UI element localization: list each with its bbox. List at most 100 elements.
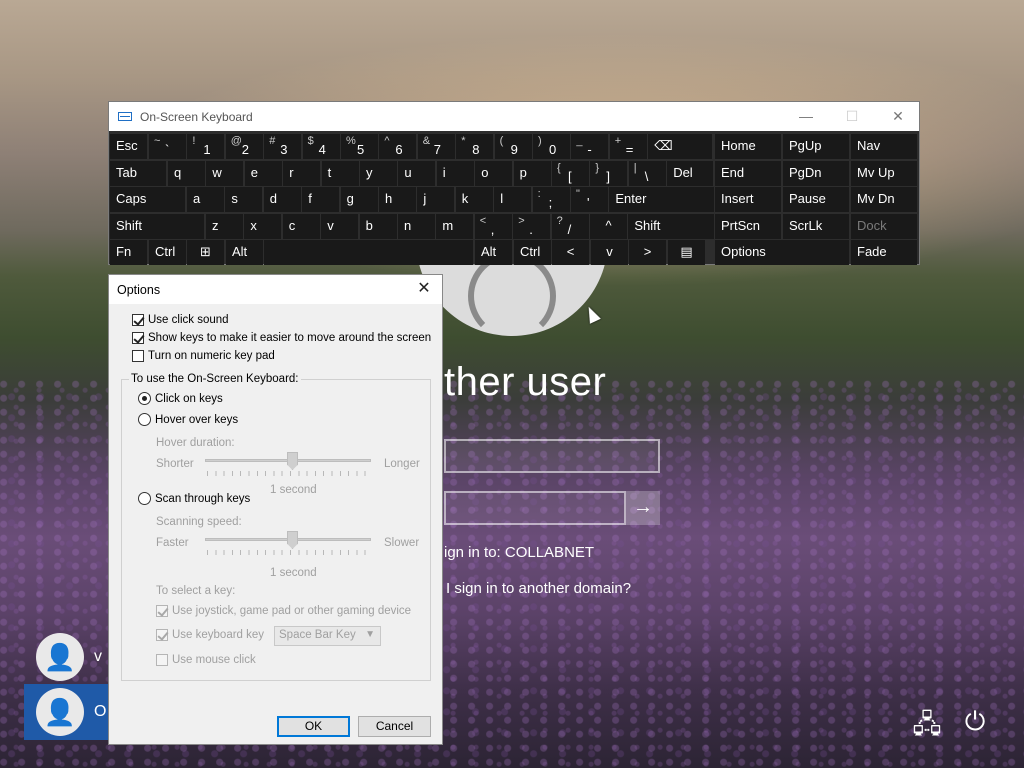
minimize-button[interactable]: — <box>783 102 829 131</box>
key-punct-1[interactable]: " ' <box>571 187 608 212</box>
submit-arrow-button[interactable]: → <box>626 491 660 525</box>
hover-over-keys-row[interactable]: Hover over keys <box>138 413 238 426</box>
close-button[interactable]: ✕ <box>875 102 921 131</box>
key-fade[interactable]: Fade <box>851 240 917 265</box>
key-enter[interactable]: Enter <box>609 187 715 212</box>
key-scrlk[interactable]: ScrLk <box>783 213 849 239</box>
show-keys-row[interactable]: Show keys to make it easier to move arou… <box>132 332 431 344</box>
maximize-button[interactable]: ☐ <box>829 102 875 131</box>
show-keys-checkbox[interactable] <box>132 332 144 344</box>
key-options[interactable]: Options <box>715 240 849 265</box>
key-q[interactable]: q <box>168 160 205 186</box>
key-c[interactable]: c <box>282 213 320 239</box>
joystick-row[interactable]: Use joystick, game pad or other gaming d… <box>156 605 411 617</box>
key-pgup[interactable]: PgUp <box>783 134 849 159</box>
key-home[interactable]: Home <box>715 134 781 159</box>
key-backspace[interactable]: ⌫ <box>648 134 713 159</box>
key-3[interactable]: #3 <box>264 134 302 159</box>
password-field[interactable] <box>444 491 626 525</box>
key-right-arrow[interactable]: > <box>629 240 666 265</box>
click-on-keys-radio[interactable] <box>138 392 151 405</box>
key-x[interactable]: x <box>244 213 282 239</box>
close-icon[interactable]: ✕ <box>412 278 436 300</box>
key-nav[interactable]: Nav <box>851 134 917 159</box>
key-z[interactable]: z <box>206 213 243 239</box>
key-g[interactable]: g <box>340 187 378 212</box>
key-ctrl-left[interactable]: Ctrl <box>149 240 186 265</box>
key-1[interactable]: ! 1 <box>187 134 225 159</box>
key-v[interactable]: v <box>321 213 359 239</box>
keyboard-key-row[interactable]: Use keyboard key <box>156 629 264 641</box>
key-l[interactable]: l <box>494 187 532 212</box>
user-tile[interactable]: 👤 v <box>24 629 110 685</box>
key-r[interactable]: r <box>283 160 321 186</box>
key-fn[interactable]: Fn <box>110 240 147 265</box>
click-sound-row[interactable]: Use click sound <box>132 314 229 326</box>
key-s[interactable]: s <box>225 187 263 212</box>
key-4[interactable]: $4 <box>302 134 340 159</box>
user-tile-selected[interactable]: 👤 O <box>24 684 108 740</box>
key-h[interactable]: h <box>379 187 416 212</box>
key--[interactable]: _ - <box>571 134 609 159</box>
keyboard-key-checkbox[interactable] <box>156 629 168 641</box>
key-w[interactable]: w <box>206 160 244 186</box>
cancel-button[interactable]: Cancel <box>358 716 431 737</box>
key-up-arrow[interactable]: ^ <box>590 213 627 239</box>
key-5[interactable]: % 5 <box>341 134 378 159</box>
other-domain-link[interactable]: I sign in to another domain? <box>446 580 631 597</box>
numeric-keypad-row[interactable]: Turn on numeric key pad <box>132 350 275 362</box>
key-0[interactable]: ) 0 <box>533 134 570 159</box>
key-down-arrow[interactable]: v <box>591 240 628 265</box>
username-field[interactable] <box>444 439 660 473</box>
key-end[interactable]: End <box>715 160 781 186</box>
key-bracket-2[interactable]: | \ <box>628 160 666 186</box>
key-bracket-0[interactable]: {[ <box>552 160 589 186</box>
key-insert[interactable]: Insert <box>715 187 781 212</box>
hover-over-keys-radio[interactable] <box>138 413 151 426</box>
osk-titlebar[interactable]: On-Screen Keyboard — ☐ ✕ <box>109 102 919 131</box>
options-titlebar[interactable]: Options ✕ <box>109 275 442 304</box>
key-pgdn[interactable]: PgDn <box>783 160 849 186</box>
key-alt-right[interactable]: Alt <box>475 240 512 265</box>
key-f[interactable]: f <box>302 187 340 212</box>
key-t[interactable]: t <box>321 160 359 186</box>
key-7[interactable]: & 7 <box>417 134 455 159</box>
key-a[interactable]: a <box>187 187 224 212</box>
key-esc[interactable]: Esc <box>110 134 147 159</box>
key-windows[interactable]: ⊞ <box>187 240 224 265</box>
key-dock[interactable]: Dock <box>851 213 917 239</box>
key-u[interactable]: u <box>398 160 436 186</box>
key-m[interactable]: m <box>436 213 474 239</box>
key-caps[interactable]: Caps <box>110 187 185 212</box>
key-bracket-1[interactable]: }] <box>590 160 628 186</box>
key-punct-0[interactable]: :; <box>532 187 570 212</box>
key-space[interactable] <box>264 240 473 265</box>
key-k[interactable]: k <box>455 187 493 212</box>
key-y[interactable]: y <box>360 160 397 186</box>
key-j[interactable]: j <box>417 187 455 212</box>
ok-button[interactable]: OK <box>277 716 350 737</box>
key-sym-2[interactable]: ? / <box>551 213 589 239</box>
key-6[interactable]: ^ 6 <box>379 134 417 159</box>
key-mv-up[interactable]: Mv Up <box>851 160 917 186</box>
key-shift-left[interactable]: Shift <box>110 213 204 239</box>
key-i[interactable]: i <box>436 160 474 186</box>
numeric-keypad-checkbox[interactable] <box>132 350 144 362</box>
key-sym-1[interactable]: >. <box>513 213 551 239</box>
key-sym-0[interactable]: <, <box>474 213 512 239</box>
key-pause[interactable]: Pause <box>783 187 849 212</box>
key-e[interactable]: e <box>244 160 282 186</box>
key-menu[interactable]: ▤ <box>668 240 705 265</box>
key-8[interactable]: * 8 <box>456 134 494 159</box>
scan-through-keys-row[interactable]: Scan through keys <box>138 492 250 505</box>
key-alt-left[interactable]: Alt <box>226 240 263 265</box>
key-ctrl-right[interactable]: Ctrl <box>514 240 551 265</box>
key-b[interactable]: b <box>359 213 397 239</box>
ease-of-access-icon[interactable]: ⏻ <box>958 706 992 740</box>
key-d[interactable]: d <box>263 187 301 212</box>
mouse-click-checkbox[interactable] <box>156 654 168 666</box>
key-shift-right[interactable]: Shift <box>628 213 715 239</box>
click-sound-checkbox[interactable] <box>132 314 144 326</box>
key-=[interactable]: + = <box>609 134 647 159</box>
key-del[interactable]: Del <box>667 160 714 186</box>
